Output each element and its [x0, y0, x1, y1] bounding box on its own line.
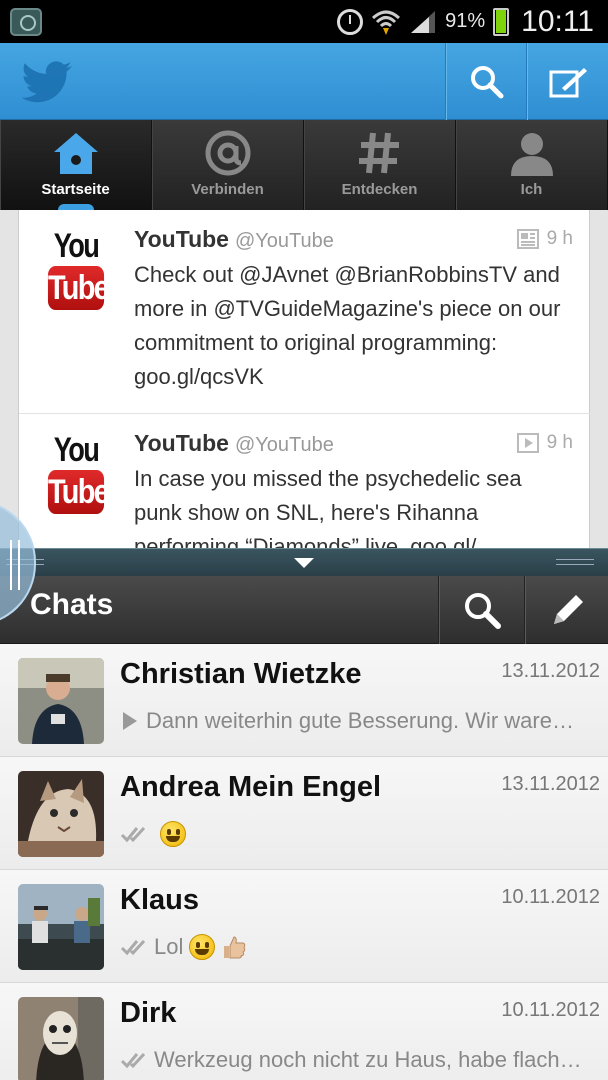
- status-icons: 91% 10:11: [337, 0, 594, 43]
- tab-ich[interactable]: Ich: [456, 120, 608, 210]
- tweet-text: Check out @JAvnet @BrianRobbinsTV and mo…: [134, 262, 561, 389]
- chats-header: Chats: [0, 576, 608, 644]
- chat-row-andrea[interactable]: Andrea Mein Engel 13.11.2012: [0, 757, 608, 870]
- double-check-icon: [120, 1052, 146, 1069]
- chats-search-button[interactable]: [438, 576, 524, 644]
- hash-icon: [358, 132, 399, 174]
- avatar[interactable]: [18, 771, 104, 857]
- double-check-icon: [120, 826, 146, 843]
- twitter-search-button[interactable]: [445, 43, 527, 120]
- search-icon: [464, 593, 501, 629]
- tab-label: Entdecken: [341, 181, 418, 198]
- twitter-tab-bar: Startseite Verbinden Entdecken Ich: [0, 120, 608, 210]
- tab-label: Ich: [520, 181, 543, 198]
- chat-preview: Werkzeug noch nicht zu Haus, habe flach…: [120, 1047, 590, 1073]
- signal-icon: [411, 10, 436, 33]
- pencil-icon: [553, 595, 583, 624]
- alarm-icon: [337, 8, 364, 35]
- status-bar: 91% 10:11: [0, 0, 608, 43]
- avatar[interactable]: [18, 997, 104, 1080]
- home-icon: [53, 133, 98, 174]
- chat-preview: Lol: [120, 934, 590, 960]
- chat-row-christian[interactable]: Christian Wietzke 13.11.2012 Dann weiter…: [0, 644, 608, 757]
- chat-row-klaus[interactable]: Klaus 10.11.2012 Lol: [0, 870, 608, 983]
- article-icon: [516, 229, 539, 249]
- person-icon: [510, 133, 553, 176]
- twitter-timeline[interactable]: You Tube YouTube @YouTube 9 h Check out @…: [0, 210, 608, 548]
- smiley-emoji-icon: [160, 821, 186, 847]
- chat-name: Andrea Mein Engel: [120, 771, 382, 803]
- chat-preview-text: Lol: [154, 934, 184, 959]
- tab-startseite[interactable]: Startseite: [0, 120, 152, 210]
- chat-date: 10.11.2012: [501, 886, 600, 908]
- chat-date: 13.11.2012: [501, 773, 600, 795]
- search-icon: [470, 65, 503, 98]
- clock: 10:11: [521, 4, 594, 38]
- collapse-arrow-icon[interactable]: [294, 558, 314, 568]
- grip-right-icon: [556, 559, 594, 565]
- avatar[interactable]: [18, 884, 104, 970]
- twitter-bird-icon[interactable]: [22, 57, 76, 107]
- chat-name: Klaus: [120, 884, 199, 916]
- smiley-emoji-icon: [189, 934, 216, 960]
- twitter-header: [0, 43, 608, 120]
- compose-icon: [549, 67, 587, 97]
- double-check-icon: [120, 939, 146, 956]
- tab-entdecken[interactable]: Entdecken: [304, 120, 456, 210]
- play-triangle-icon: [123, 712, 137, 730]
- thumbs-up-emoji-icon: [224, 936, 246, 959]
- battery-icon: [493, 7, 510, 36]
- twitter-compose-button[interactable]: [526, 43, 608, 120]
- chat-date: 13.11.2012: [501, 660, 600, 682]
- app-shield-icon: [10, 8, 42, 36]
- tweet[interactable]: You Tube YouTube @YouTube 9 h In case you…: [19, 414, 591, 548]
- tab-label: Verbinden: [191, 181, 264, 198]
- video-icon: [516, 433, 539, 453]
- battery-percent: 91%: [445, 10, 486, 32]
- avatar[interactable]: [18, 658, 104, 744]
- chat-name: Christian Wietzke: [120, 658, 362, 690]
- tweet-author[interactable]: YouTube @YouTube: [134, 430, 334, 457]
- youtube-logo[interactable]: You Tube: [43, 228, 110, 310]
- tweet-time: 9 h: [546, 432, 573, 453]
- chat-preview-text: Werkzeug noch nicht zu Haus, habe flach…: [154, 1047, 582, 1072]
- tab-verbinden[interactable]: Verbinden: [152, 120, 304, 210]
- chat-name: Dirk: [120, 997, 177, 1029]
- tweet-meta: 9 h: [516, 228, 573, 250]
- chat-preview-text: Dann weiterhin gute Besserung. Wir ware…: [146, 708, 574, 733]
- tab-label: Startseite: [41, 181, 110, 198]
- tweet-time: 9 h: [546, 228, 573, 249]
- tweet-handle: @YouTube: [234, 434, 334, 456]
- page-title: Chats: [30, 588, 114, 621]
- tweet-author[interactable]: YouTube @YouTube: [134, 226, 334, 253]
- at-icon: [205, 130, 250, 176]
- wifi-icon: [372, 10, 401, 35]
- multi-window-divider[interactable]: [0, 548, 608, 576]
- tweet[interactable]: You Tube YouTube @YouTube 9 h Check out @…: [19, 210, 591, 414]
- new-chat-button[interactable]: [524, 576, 608, 644]
- tweet-meta: 9 h: [516, 432, 573, 454]
- chat-date: 10.11.2012: [501, 999, 600, 1021]
- chat-row-dirk[interactable]: Dirk 10.11.2012 Werkzeug noch nicht zu H…: [0, 983, 608, 1080]
- tweet-handle: @YouTube: [234, 230, 334, 252]
- youtube-logo[interactable]: You Tube: [43, 432, 110, 514]
- chat-preview: [120, 821, 590, 847]
- chat-list[interactable]: Christian Wietzke 13.11.2012 Dann weiter…: [0, 644, 608, 1080]
- chat-preview: Dann weiterhin gute Besserung. Wir ware…: [120, 708, 590, 734]
- tweet-text: In case you missed the psychedelic sea p…: [134, 466, 522, 548]
